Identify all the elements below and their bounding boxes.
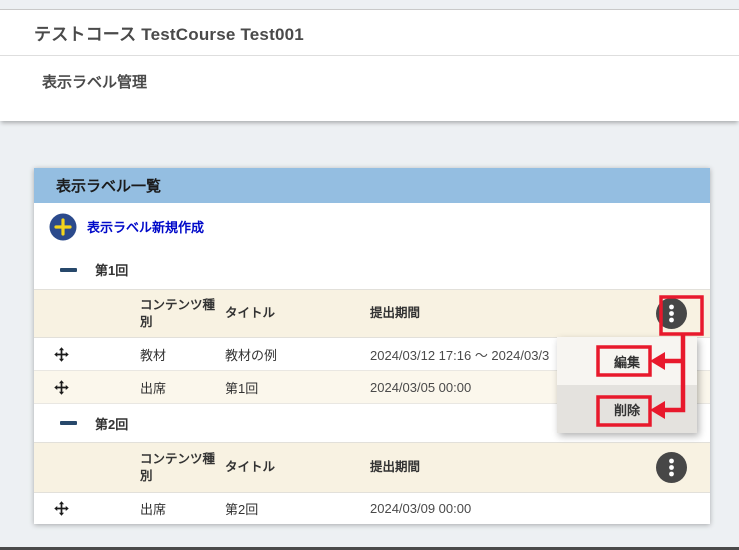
cell-content-type: 出席	[140, 499, 225, 518]
table-header-row: コンテンツ種別 タイトル 提出期間	[34, 442, 710, 493]
collapse-minus-icon[interactable]	[60, 421, 77, 425]
app-window: テストコース TestCourse Test001 表示ラベル管理 表示ラベル一…	[0, 0, 739, 550]
panel-title: 表示ラベル一覧	[56, 175, 161, 196]
cell-content-type: 出席	[140, 378, 225, 397]
panel-title-bar: 表示ラベル一覧	[34, 168, 710, 203]
plus-icon	[49, 213, 77, 241]
cell-period: 2024/03/09 00:00	[370, 501, 656, 516]
page-header: テストコース TestCourse Test001 表示ラベル管理	[0, 9, 739, 121]
cell-content-type: 教材	[140, 345, 225, 364]
create-row: 表示ラベル新規作成	[34, 203, 710, 250]
menu-item-edit[interactable]: 編集	[557, 337, 697, 385]
section-header-1: 第1回	[34, 250, 710, 289]
page-title: 表示ラベル管理	[42, 71, 147, 92]
row-menu-button[interactable]	[656, 298, 687, 329]
move-handle-icon[interactable]	[53, 379, 70, 396]
course-title-bar: テストコース TestCourse Test001	[0, 10, 739, 56]
course-title: テストコース TestCourse Test001	[34, 20, 304, 45]
page-title-bar: 表示ラベル管理	[0, 56, 739, 106]
col-header-period: 提出期間	[370, 459, 656, 475]
context-menu: 編集 削除	[557, 337, 697, 433]
create-label-text: 表示ラベル新規作成	[87, 217, 204, 236]
table-header-row: コンテンツ種別 タイトル 提出期間	[34, 289, 710, 338]
section-label: 第1回	[95, 260, 128, 279]
col-header-title: タイトル	[225, 305, 370, 321]
col-header-content-type: コンテンツ種別	[140, 297, 225, 330]
cell-title: 第1回	[225, 378, 370, 397]
kebab-menu-icon	[656, 452, 687, 483]
table-row: 出席 第2回 2024/03/09 00:00	[34, 493, 710, 524]
cell-title: 第2回	[225, 499, 370, 518]
col-header-period: 提出期間	[370, 305, 656, 321]
menu-item-delete[interactable]: 削除	[557, 385, 697, 433]
row-menu-button[interactable]	[656, 452, 687, 483]
collapse-minus-icon[interactable]	[60, 268, 77, 272]
kebab-menu-icon	[656, 298, 687, 329]
move-handle-icon[interactable]	[53, 500, 70, 517]
col-header-title: タイトル	[225, 459, 370, 475]
cell-title: 教材の例	[225, 345, 370, 364]
col-header-content-type: コンテンツ種別	[140, 451, 225, 484]
section-label: 第2回	[95, 414, 128, 433]
create-label-link[interactable]: 表示ラベル新規作成	[49, 213, 204, 241]
move-handle-icon[interactable]	[53, 346, 70, 363]
